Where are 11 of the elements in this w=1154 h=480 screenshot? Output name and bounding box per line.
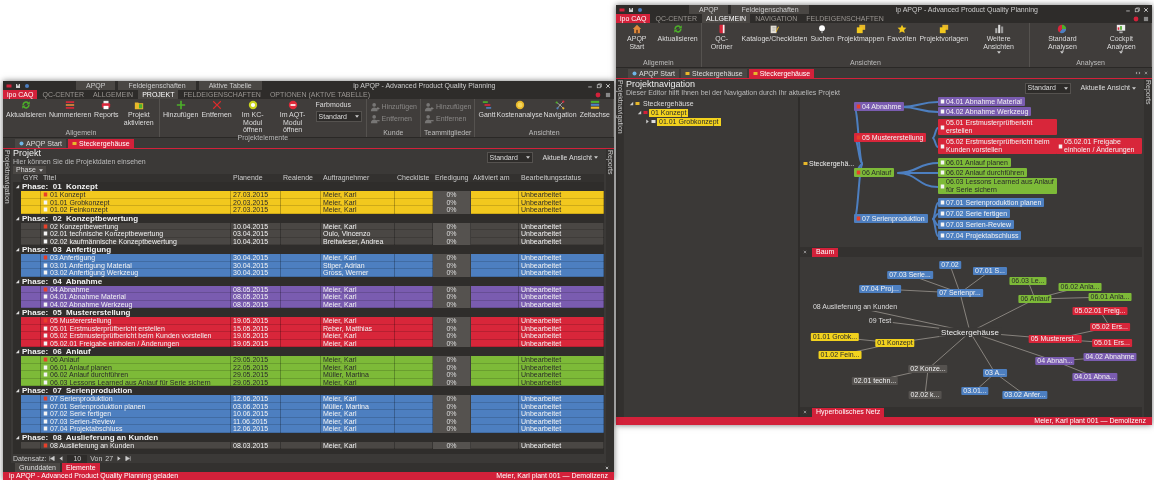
phase-title: Phase: 06 Anlauf: [22, 347, 91, 356]
phase-title: Phase: 02 Konzeptbewertung: [22, 213, 139, 223]
phase-title: Phase: 04 Abnahme: [22, 276, 103, 286]
phase-title: Phase: 03 Anfertigung: [22, 245, 112, 254]
page-heading: Projekt: [13, 149, 42, 158]
phase-title: Phase: 08 Auslieferung an Kunden: [22, 432, 159, 442]
network-node[interactable]: Steckergehäuse: [939, 327, 1001, 337]
phase-title: Phase: 01 Konzept: [22, 182, 98, 191]
phase-title: Phase: 07 Serienproduktion: [22, 386, 133, 395]
phase-title: Phase: 05 Mustererstellung: [22, 308, 131, 317]
page-heading: Projektnavigation: [626, 79, 697, 89]
